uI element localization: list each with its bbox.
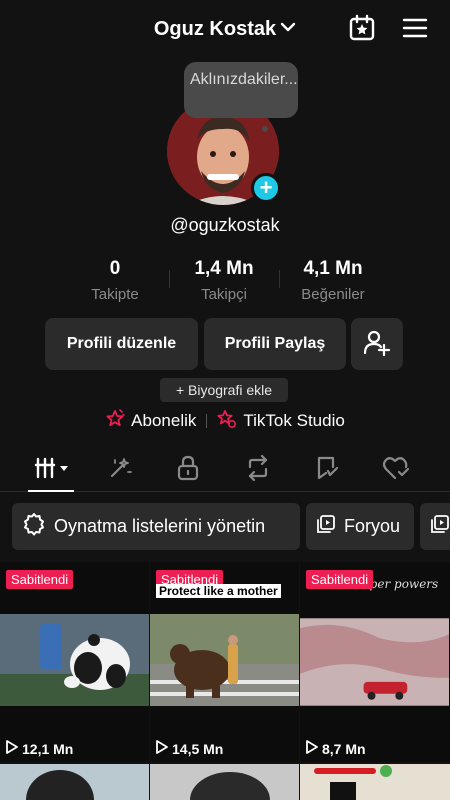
stat-followers-label: Takipçi <box>201 286 247 303</box>
gear-icon <box>22 512 46 541</box>
username: Oguz Kostak <box>153 17 277 40</box>
playlist-icon <box>430 514 450 539</box>
stat-likes[interactable]: 4,1 Mn Beğeniler <box>278 258 388 303</box>
stat-likes-label: Beğeniler <box>301 286 365 303</box>
view-count-value: 8,7 Mn <box>322 740 366 757</box>
stat-followers-value: 1,4 Mn <box>194 258 254 279</box>
studio-icon <box>217 409 237 434</box>
tab-favorites[interactable] <box>307 454 347 486</box>
pinned-badge: Sabitlendi <box>306 570 374 589</box>
magic-wand-icon <box>107 455 133 486</box>
manage-playlists-button[interactable]: Oynatma listelerini yönetin <box>12 503 300 550</box>
video-thumbnail[interactable] <box>300 764 450 800</box>
playlist-next[interactable] <box>420 503 450 550</box>
tab-private[interactable] <box>168 454 208 486</box>
pinned-badge: Sabitlendi <box>6 570 74 589</box>
bear-thumbnail-image <box>150 614 299 706</box>
subscription-label: Abonelik <box>131 411 197 430</box>
profile-links: Abonelik TikTok Studio <box>0 408 450 434</box>
plus-icon: + <box>259 175 273 200</box>
tooltip-text: Aklınızdakiler... <box>190 71 298 88</box>
play-icon <box>156 740 168 757</box>
video-thumbnail[interactable] <box>0 764 149 800</box>
lock-icon <box>176 455 200 486</box>
add-friend-button[interactable] <box>351 318 403 370</box>
profile-stats: 0 Takipte 1,4 Mn Takipçi 4,1 Mn Beğenile… <box>0 258 450 308</box>
tab-effects[interactable] <box>100 454 140 486</box>
add-story-button[interactable]: + <box>251 173 281 203</box>
thumbnail-image <box>150 764 299 800</box>
subscription-link[interactable]: Abonelik <box>105 408 197 434</box>
tiktok-studio-link[interactable]: TikTok Studio <box>217 409 345 434</box>
stat-following-label: Takipte <box>91 286 139 303</box>
view-count-value: 14,5 Mn <box>172 740 224 757</box>
profile-tabs <box>0 448 450 492</box>
view-count: 14,5 Mn <box>156 740 223 757</box>
note-tooltip[interactable]: Aklınızdakiler... <box>184 62 298 118</box>
view-count: 12,1 Mn <box>6 740 73 757</box>
manage-playlists-label: Oynatma listelerini yönetin <box>54 516 266 536</box>
panda-thumbnail-image <box>0 614 149 706</box>
play-icon <box>306 740 318 757</box>
video-thumbnail[interactable] <box>150 764 299 800</box>
add-bio-label: + Biyografi ekle <box>175 382 273 398</box>
view-count: 8,7 Mn <box>306 740 366 757</box>
share-profile-label: Profili Paylaş <box>224 335 326 352</box>
playlist-icon <box>316 514 336 539</box>
add-bio-button[interactable]: + Biyografi ekle <box>160 378 288 402</box>
username-switcher[interactable]: Oguz Kostak <box>0 14 450 44</box>
chevron-down-icon <box>280 20 296 38</box>
tooltip-tail <box>262 126 268 132</box>
tab-reposts[interactable] <box>238 454 278 486</box>
playlist-foryou[interactable]: Foryou <box>306 503 414 550</box>
active-tab-indicator <box>28 490 74 492</box>
video-grid: Sabitlendi 12,1 Mn Sabitlendi Protect li… <box>0 562 450 800</box>
edit-profile-button[interactable]: Profili düzenle <box>45 318 198 370</box>
bookmark-icon <box>314 455 340 486</box>
video-thumbnail[interactable]: Sabitlendi 12,1 Mn <box>0 562 149 762</box>
stat-likes-value: 4,1 Mn <box>303 258 363 279</box>
thumbnail-image <box>300 764 450 800</box>
hand-thumbnail-image <box>300 618 449 706</box>
tab-videos[interactable] <box>30 454 74 486</box>
share-profile-button[interactable]: Profili Paylaş <box>204 318 346 370</box>
playlist-foryou-label: Foryou <box>344 516 401 536</box>
video-thumbnail[interactable]: Sabitlendi Protect like a mother 14,5 Mn <box>150 562 299 762</box>
grid-icon <box>34 456 70 485</box>
divider <box>206 414 208 428</box>
stat-following[interactable]: 0 Takipte <box>60 258 170 303</box>
video-caption: Protect like a mother <box>156 584 281 598</box>
video-thumbnail[interactable]: super powers Sabitlendi 8,7 Mn <box>300 562 450 762</box>
tab-liked[interactable] <box>376 454 416 486</box>
subscription-icon <box>105 408 125 434</box>
play-icon <box>6 740 18 757</box>
calendar-star-icon[interactable] <box>347 13 377 43</box>
view-count-value: 12,1 Mn <box>22 740 74 757</box>
add-user-icon <box>363 328 391 361</box>
liked-heart-icon <box>382 455 410 486</box>
edit-profile-label: Profili düzenle <box>66 335 177 352</box>
hamburger-menu-icon[interactable] <box>400 13 430 43</box>
thumbnail-image <box>0 764 149 800</box>
profile-handle: @oguzkostak <box>170 215 280 235</box>
studio-label: TikTok Studio <box>243 411 345 430</box>
stat-followers[interactable]: 1,4 Mn Takipçi <box>169 258 279 303</box>
repost-icon <box>244 454 272 486</box>
stat-following-value: 0 <box>109 258 121 279</box>
